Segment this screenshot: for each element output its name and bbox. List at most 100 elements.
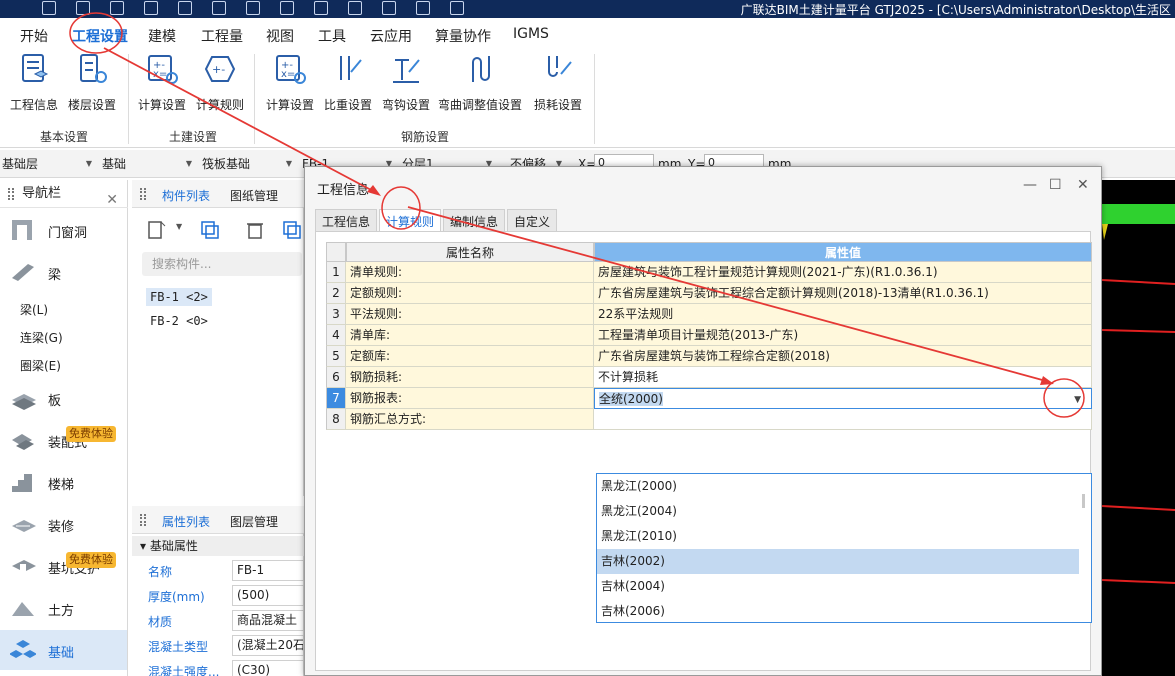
type-select[interactable]: 筏板基础 ▼ [200, 154, 296, 174]
menu-tab-igms[interactable]: IGMS [513, 26, 549, 42]
dropdown-option[interactable]: 黑龙江(2004) [597, 499, 1079, 524]
toolbar-icon[interactable] [280, 1, 294, 15]
redo-icon[interactable] [212, 1, 226, 15]
view-icon[interactable] [382, 1, 396, 15]
menu-tab-quantity[interactable]: 工程量 [201, 26, 243, 46]
nav-subitem-ring-beam[interactable]: 圈梁(E) [20, 357, 61, 374]
property-value[interactable]: 商品混凝土 [232, 610, 304, 631]
layout-icon[interactable] [348, 1, 362, 15]
property-key: 材质 [148, 615, 173, 629]
menu-tab-project-settings[interactable]: 工程设置 [72, 26, 128, 52]
3d-viewport[interactable] [1101, 180, 1175, 676]
nav-subitem-beam-l[interactable]: 梁(L) [20, 301, 48, 318]
delete-icon[interactable] [244, 220, 266, 240]
minimize-icon[interactable]: — [1023, 177, 1037, 193]
nav-subitem-coupling-beam[interactable]: 连梁(G) [20, 329, 63, 346]
menu-tab-tools[interactable]: 工具 [318, 26, 346, 46]
film-icon[interactable] [416, 1, 430, 15]
grid-icon[interactable] [314, 1, 328, 15]
hook-settings-button[interactable]: 弯钩设置 [376, 52, 436, 113]
menu-tab-start[interactable]: 开始 [20, 26, 48, 46]
table-row[interactable]: 2 定额规则: 广东省房屋建筑与装饰工程综合定额计算规则(2018)-13清单(… [326, 283, 1092, 304]
project-info-button[interactable]: 工程信息 [4, 52, 64, 113]
table-row[interactable]: 4 清单库: 工程量清单项目计量规范(2013-广东) [326, 325, 1092, 346]
dropdown-option[interactable]: 吉林(2004) [597, 574, 1079, 599]
row-value[interactable]: 不计算损耗 [594, 367, 1092, 388]
maximize-icon[interactable]: ☐ [1049, 177, 1062, 193]
tab-custom[interactable]: 自定义 [507, 209, 558, 232]
chevron-down-icon[interactable]: ▼ [1074, 390, 1081, 408]
nav-item-beam[interactable]: 梁 [0, 252, 127, 292]
table-row[interactable]: 8 钢筋汇总方式: [326, 409, 1092, 430]
tab-project-info[interactable]: 工程信息 [315, 209, 378, 232]
tab-compile-info[interactable]: 编制信息 [443, 209, 506, 232]
copy-icon[interactable] [282, 220, 304, 240]
row-value[interactable]: 工程量清单项目计量规范(2013-广东) [594, 325, 1092, 346]
tab-component-list[interactable]: 构件列表 [162, 187, 210, 204]
dropdown-option[interactable]: 黑龙江(2010) [597, 524, 1079, 549]
close-icon[interactable]: ✕ [1077, 177, 1089, 193]
rebar-report-dropdown-list[interactable]: 黑龙江(2000) 黑龙江(2004) 黑龙江(2010) 吉林(2002) 吉… [596, 473, 1092, 623]
tab-drawing-management[interactable]: 图纸管理 [230, 187, 278, 204]
row-value[interactable] [594, 409, 1092, 430]
component-item[interactable]: FB-2 <0> [146, 312, 212, 330]
copy-icon[interactable] [200, 220, 222, 240]
menu-tab-modeling[interactable]: 建模 [148, 26, 176, 46]
menu-tab-collab[interactable]: 算量协作 [435, 26, 491, 46]
chevron-down-icon[interactable]: ▼ [176, 222, 182, 231]
tab-layer-management[interactable]: 图层管理 [230, 513, 278, 530]
dropdown-option[interactable]: 吉林(2006) [597, 599, 1079, 622]
table-row[interactable]: 6 钢筋损耗: 不计算损耗 [326, 367, 1092, 388]
menu-tab-cloud[interactable]: 云应用 [370, 26, 412, 46]
sum-icon[interactable] [246, 1, 260, 15]
property-value[interactable]: (500) [232, 585, 304, 606]
nav-item-door-window[interactable]: 门窗洞 [0, 210, 127, 250]
table-row[interactable]: 5 定额库: 广东省房屋建筑与装饰工程综合定额(2018) [326, 346, 1092, 367]
open-file-icon[interactable] [110, 1, 124, 15]
table-row[interactable]: 1 清单规则: 房屋建筑与装饰工程计量规范计算规则(2021-广东)(R1.0.… [326, 262, 1092, 283]
table-row[interactable]: 7 钢筋报表: 全统(2000) ▼ [326, 388, 1092, 409]
floor-settings-button[interactable]: 楼层设置 [62, 52, 122, 113]
civil-calc-settings-button[interactable]: +- x= 计算设置 [132, 52, 192, 113]
sync-icon[interactable] [450, 1, 464, 15]
save-icon[interactable] [144, 1, 158, 15]
nav-item-stair[interactable]: 楼梯 [0, 462, 127, 502]
nav-item-earthwork[interactable]: 土方 [0, 588, 127, 628]
tab-calc-rules[interactable]: 计算规则 [379, 209, 442, 232]
row-value[interactable]: 22系平法规则 [594, 304, 1092, 325]
dropdown-option[interactable]: 黑龙江(2000) [597, 474, 1079, 499]
drag-handle-icon[interactable] [140, 514, 146, 526]
table-row[interactable]: 3 平法规则: 22系平法规则 [326, 304, 1092, 325]
category-select[interactable]: 基础 ▼ [100, 154, 196, 174]
bend-adjust-settings-button[interactable]: 弯曲调整值设置 [434, 52, 526, 113]
menu-tab-view[interactable]: 视图 [266, 26, 294, 46]
component-search-input[interactable]: 搜索构件... [142, 252, 302, 276]
dropdown-option[interactable]: 吉林(2002) [597, 549, 1079, 574]
nav-item-decoration[interactable]: 装修 [0, 504, 127, 544]
floor-select[interactable]: 基础层 ▼ [0, 154, 96, 174]
loss-settings-button[interactable]: 损耗设置 [528, 52, 588, 113]
nav-item-slab[interactable]: 板 [0, 378, 127, 418]
row-value[interactable]: 广东省房屋建筑与装饰工程综合定额计算规则(2018)-13清单(R1.0.36.… [594, 283, 1092, 304]
property-value[interactable]: (混凝土20石 [232, 635, 304, 656]
row-value[interactable]: 房屋建筑与装饰工程计量规范计算规则(2021-广东)(R1.0.36.1) [594, 262, 1092, 283]
rebar-report-select[interactable]: 全统(2000) ▼ [594, 388, 1092, 409]
density-settings-button[interactable]: 比重设置 [318, 52, 378, 113]
drag-handle-icon[interactable] [140, 188, 146, 200]
new-component-icon[interactable] [146, 220, 168, 240]
undo-icon[interactable] [178, 1, 192, 15]
drag-handle-icon[interactable] [8, 188, 14, 200]
calc-rules-button[interactable]: +- 计算规则 [190, 52, 250, 113]
nav-item-foundation[interactable]: 基础 [0, 630, 127, 670]
scrollbar-thumb[interactable] [1082, 494, 1085, 508]
row-key: 钢筋报表: [346, 388, 594, 409]
component-item[interactable]: FB-1 <2> [146, 288, 212, 306]
property-value[interactable]: FB-1 [232, 560, 304, 581]
tab-property-list[interactable]: 属性列表 [162, 513, 210, 530]
property-group-header[interactable]: ▾ 基础属性 [132, 536, 304, 556]
new-file-icon[interactable] [76, 1, 90, 15]
property-value[interactable]: (C30) [232, 660, 304, 676]
row-value[interactable]: 广东省房屋建筑与装饰工程综合定额(2018) [594, 346, 1092, 367]
row-number: 5 [326, 346, 346, 367]
rebar-calc-settings-button[interactable]: +- x= 计算设置 [260, 52, 320, 113]
